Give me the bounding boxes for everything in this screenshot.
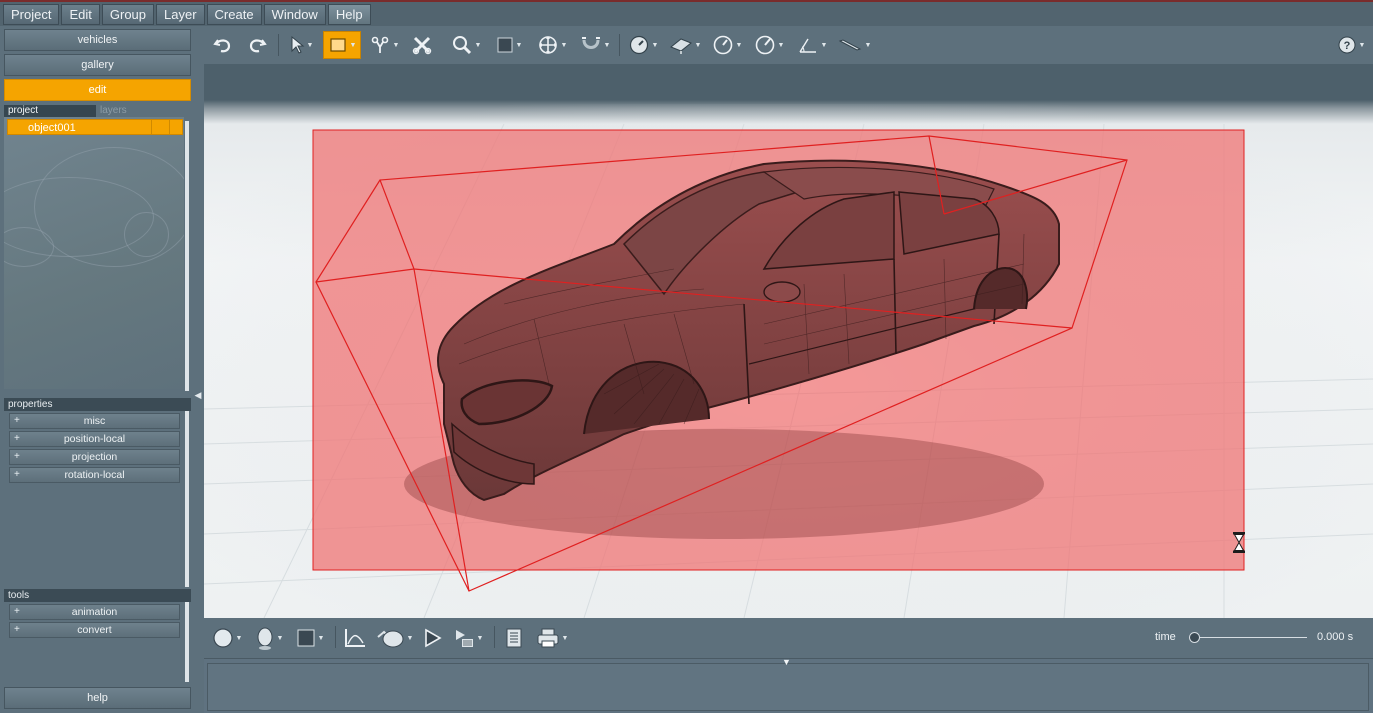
menu-help[interactable]: Help [327, 3, 371, 25]
magnet-icon[interactable]: ▼ [577, 31, 613, 59]
background-sketch [4, 227, 54, 267]
expand-icon: + [14, 469, 20, 480]
properties-scrollbar[interactable] [185, 411, 189, 587]
expand-icon: + [14, 606, 20, 617]
menu-bar: Project Edit Group Layer Create Window H… [0, 0, 1373, 26]
svg-text:?: ? [1343, 40, 1350, 52]
zoom-icon[interactable]: ▼ [448, 31, 484, 59]
property-label: projection [71, 451, 118, 463]
left-panel: vehicles gallery edit project layers obj… [0, 26, 204, 713]
compass-icon[interactable]: ▼ [751, 31, 787, 59]
expand-icon: + [14, 624, 20, 635]
property-position-local[interactable]: + position-local [9, 431, 180, 447]
menu-edit[interactable]: Edit [61, 3, 100, 25]
time-slider-handle[interactable] [1189, 632, 1200, 643]
tree-item-label: object001 [28, 122, 76, 134]
help-button[interactable]: help [4, 687, 191, 709]
menu-window[interactable]: Window [263, 3, 326, 25]
toolbar-divider [494, 626, 495, 648]
tools-scrollbar[interactable] [185, 602, 189, 682]
bottom-toolbar: ▼ ▼ ▼ ▼ ▼ ▼ time 0.000 s [204, 618, 1373, 658]
property-rotation-local[interactable]: + rotation-local [9, 467, 180, 483]
panel-tabs: project layers [4, 105, 191, 117]
background-sketch [124, 212, 169, 257]
graph-icon[interactable] [341, 624, 369, 652]
timeline-panel: ▼ [204, 657, 1373, 713]
main-toolbar: ▼ ▼ ▼ ▼ ▼ ▼ ▼ ▼ ▼ ▼ ▼ ▼ ▼ ? ▼ [204, 26, 1373, 64]
gallery-button[interactable]: gallery [4, 54, 191, 76]
tool-label: animation [71, 606, 118, 618]
render-queue-icon[interactable]: ▼ [450, 624, 486, 652]
knife-icon[interactable]: ▼ [835, 31, 873, 59]
tab-project[interactable]: project [4, 105, 96, 117]
play-icon[interactable] [420, 624, 444, 652]
row-divider [151, 120, 152, 134]
timeline-area[interactable] [207, 663, 1369, 711]
property-label: rotation-local [64, 469, 125, 481]
angle-icon[interactable]: ▼ [709, 31, 745, 59]
edit-button[interactable]: edit [4, 79, 191, 101]
property-projection[interactable]: + projection [9, 449, 180, 465]
tool-convert[interactable]: + convert [9, 622, 180, 638]
document-icon[interactable] [501, 624, 527, 652]
menu-create[interactable]: Create [206, 3, 262, 25]
menu-project[interactable]: Project [3, 3, 60, 25]
row-divider [169, 120, 170, 134]
property-label: misc [83, 415, 106, 427]
square-icon[interactable]: ▼ [293, 624, 327, 652]
expand-icon: + [14, 433, 20, 444]
ruler-icon[interactable]: ▼ [794, 31, 830, 59]
collapse-panel-icon[interactable]: ◀ [193, 384, 203, 406]
help-icon[interactable]: ? ▼ [1334, 31, 1368, 59]
time-label: time [1155, 631, 1176, 643]
property-misc[interactable]: + misc [9, 413, 180, 429]
toolbar-divider [335, 626, 336, 648]
lasso-icon[interactable]: ▼ [366, 31, 402, 59]
sphere-icon[interactable]: ▼ [208, 624, 246, 652]
3d-viewport[interactable] [204, 64, 1373, 618]
measure-icon[interactable]: ▼ [625, 31, 661, 59]
property-label: position-local [63, 433, 126, 445]
tree-item-object001[interactable]: object001 [7, 119, 183, 135]
undo-icon[interactable] [210, 31, 236, 59]
vehicles-button[interactable]: vehicles [4, 29, 191, 51]
viewport-canvas [204, 104, 1373, 618]
plane-icon[interactable]: ▼ [667, 31, 703, 59]
tools-header: tools [4, 589, 191, 602]
select-rectangle-icon[interactable]: ▼ [323, 31, 361, 59]
redo-icon[interactable] [244, 31, 270, 59]
expand-timeline-icon[interactable]: ▼ [782, 657, 791, 667]
toolbar-divider [278, 34, 279, 56]
menu-group[interactable]: Group [101, 3, 155, 25]
toolbar-divider [619, 34, 620, 56]
time-value: 0.000 s [1317, 631, 1354, 643]
properties-header: properties [4, 398, 191, 411]
delete-icon[interactable] [409, 31, 435, 59]
move-icon[interactable]: ▼ [534, 31, 570, 59]
camera-icon[interactable]: ▼ [374, 624, 414, 652]
expand-icon: + [14, 451, 20, 462]
square-icon[interactable]: ▼ [493, 31, 525, 59]
tab-layers[interactable]: layers [96, 105, 188, 117]
time-slider-track[interactable] [1189, 637, 1307, 638]
project-tree: object001 [4, 117, 184, 389]
select-arrow-icon[interactable]: ▼ [284, 31, 318, 59]
car-mirror [763, 281, 801, 303]
menu-layer[interactable]: Layer [156, 3, 205, 25]
tool-animation[interactable]: + animation [9, 604, 180, 620]
expand-icon: + [14, 415, 20, 426]
tool-label: convert [77, 624, 112, 636]
printer-icon[interactable]: ▼ [534, 624, 570, 652]
project-scrollbar[interactable] [185, 121, 189, 391]
head-icon[interactable]: ▼ [251, 624, 287, 652]
